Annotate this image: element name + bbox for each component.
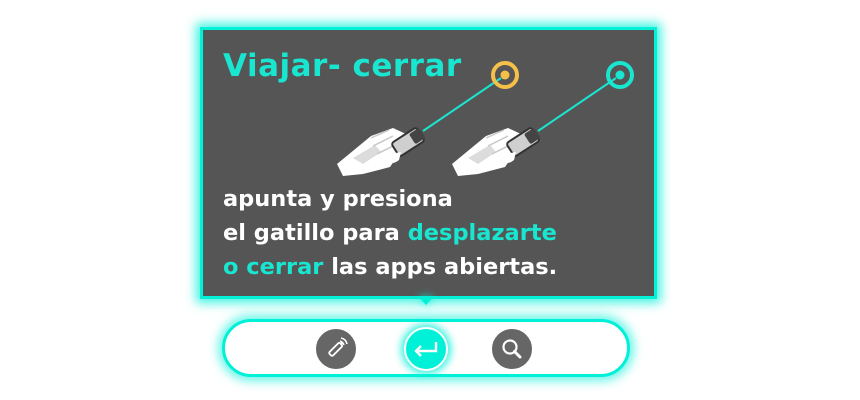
instruction-text: apunta y presiona el gatillo para despla… bbox=[223, 182, 557, 284]
hand-controller-icon-1 bbox=[337, 127, 425, 176]
enter-icon bbox=[414, 342, 438, 357]
bottom-dock bbox=[222, 319, 630, 377]
laser-pointer-button[interactable] bbox=[314, 327, 358, 371]
instruction-highlight-o-cerrar: o cerrar bbox=[223, 254, 324, 280]
enter-button[interactable] bbox=[404, 327, 448, 371]
panel-pointer-arrow bbox=[418, 296, 434, 305]
hand-controller-icon-2 bbox=[452, 127, 540, 176]
instruction-line-1: apunta y presiona bbox=[223, 186, 453, 212]
instruction-line-3-end: las apps abiertas. bbox=[323, 254, 558, 280]
search-icon bbox=[502, 339, 522, 359]
laser-beam-1 bbox=[422, 77, 502, 132]
laser-beam-2 bbox=[537, 77, 617, 132]
search-button[interactable] bbox=[490, 327, 534, 371]
tooltip-panel: Viajar- cerrar apunta y presiona el gati… bbox=[200, 27, 657, 299]
instruction-line-2-start: el gatillo para bbox=[223, 220, 408, 246]
target-1-icon bbox=[491, 61, 519, 89]
target-2-icon bbox=[606, 61, 634, 89]
instruction-highlight-desplazarte: desplazarte bbox=[407, 220, 557, 246]
laser-pointer-icon bbox=[328, 337, 348, 357]
